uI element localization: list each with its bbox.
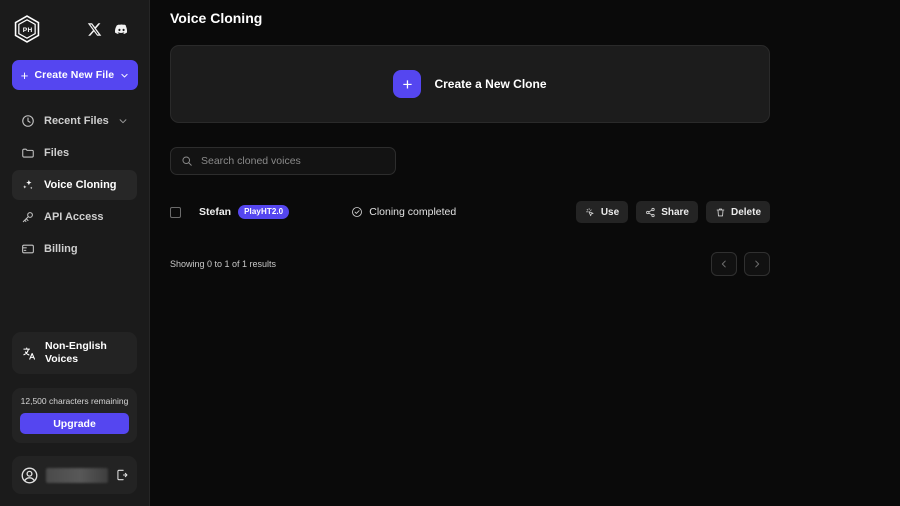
sidebar-item-voice-cloning[interactable]: Voice Cloning	[12, 170, 137, 200]
delete-button-label: Delete	[730, 206, 761, 218]
non-english-voices-button[interactable]: Non-English Voices	[12, 332, 137, 374]
create-new-clone-card[interactable]: + Create a New Clone	[170, 45, 770, 123]
sidebar-item-files[interactable]: Files	[12, 138, 137, 168]
chevron-down-icon[interactable]	[118, 116, 128, 126]
sidebar-item-label: Voice Cloning	[44, 179, 117, 191]
chevron-left-icon	[721, 260, 726, 268]
sidebar-nav: Recent Files Files Voice Cloning API Acc…	[12, 106, 137, 264]
search-icon	[182, 156, 192, 166]
main-content: Voice Cloning + Create a New Clone Stefa…	[150, 0, 900, 506]
key-icon	[22, 212, 33, 223]
share-icon	[646, 207, 655, 217]
create-new-clone-inner: + Create a New Clone	[393, 70, 547, 98]
trash-icon	[716, 208, 725, 216]
plus-icon: +	[393, 70, 422, 98]
search-box[interactable]	[170, 147, 396, 175]
share-button[interactable]: Share	[636, 201, 698, 223]
account-row[interactable]	[12, 456, 137, 494]
voice-name: Stefan	[199, 206, 232, 218]
use-button[interactable]: Use	[575, 201, 629, 223]
svg-text:H: H	[27, 27, 32, 34]
sidebar-item-label: API Access	[44, 211, 104, 223]
page-title: Voice Cloning	[170, 10, 263, 26]
pagination-row: Showing 0 to 1 of 1 results	[170, 252, 770, 276]
pagination-prev-button[interactable]	[711, 252, 737, 276]
credit-card-icon	[22, 244, 34, 254]
pagination-next-button[interactable]	[744, 252, 770, 276]
folder-icon	[22, 148, 34, 158]
results-count: Showing 0 to 1 of 1 results	[170, 259, 277, 269]
sidebar-item-label: Files	[44, 147, 70, 159]
characters-remaining-label: 12,500 characters remaining	[20, 396, 129, 406]
search-input[interactable]	[201, 155, 385, 167]
sparkles-icon	[23, 180, 33, 190]
pagination-controls	[711, 252, 770, 276]
discord-icon[interactable]	[114, 22, 129, 37]
chevron-right-icon	[755, 260, 760, 268]
app-root: P H + Create New File Recent Files Files…	[0, 0, 900, 506]
row-checkbox[interactable]	[170, 206, 181, 218]
create-new-file-label: Create New File	[34, 69, 115, 81]
row-actions: Use Share Delete	[575, 201, 770, 223]
sidebar-item-label: Billing	[44, 243, 78, 255]
plus-icon: +	[20, 67, 29, 83]
playht-cube-logo[interactable]: P H	[12, 14, 42, 44]
x-twitter-icon[interactable]	[87, 22, 102, 37]
table-row: Stefan PlayHT2.0 Cloning completed Use S…	[170, 198, 770, 226]
sidebar-item-label: Recent Files	[44, 115, 109, 127]
brand-row: P H	[12, 0, 137, 54]
share-button-label: Share	[661, 206, 689, 218]
translate-icon	[23, 346, 36, 360]
upgrade-button[interactable]: Upgrade	[20, 413, 129, 434]
user-circle-icon	[21, 467, 38, 483]
status-badge: PlayHT2.0	[238, 205, 290, 219]
social-links	[87, 22, 137, 37]
create-new-file-button[interactable]: + Create New File	[12, 60, 138, 90]
cloning-status: Cloning completed	[351, 206, 456, 218]
non-english-voices-label: Non-English Voices	[45, 340, 107, 365]
quota-card: 12,500 characters remaining Upgrade	[12, 388, 137, 443]
sidebar-item-recent-files[interactable]: Recent Files	[12, 106, 137, 136]
delete-button[interactable]: Delete	[705, 201, 770, 223]
use-button-label: Use	[600, 206, 620, 218]
cursor-click-icon	[586, 207, 594, 216]
clock-icon	[22, 115, 34, 127]
sidebar: P H + Create New File Recent Files Files…	[0, 0, 150, 506]
check-circle-icon	[352, 207, 363, 217]
username-redacted	[46, 467, 108, 483]
create-new-clone-label: Create a New Clone	[434, 77, 547, 91]
cloning-status-label: Cloning completed	[369, 206, 457, 218]
sidebar-item-billing[interactable]: Billing	[12, 234, 137, 264]
chevron-down-icon	[120, 71, 129, 80]
sidebar-item-api-access[interactable]: API Access	[12, 202, 137, 232]
logout-icon[interactable]	[115, 468, 129, 482]
